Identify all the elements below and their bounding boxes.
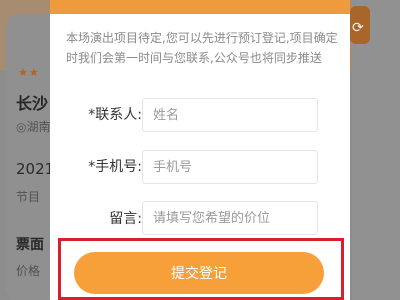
notice-text: 本场演出项目待定,您可以先进行预订登记,项目确定时我们会第一时间与您联系,公众号…: [66, 31, 338, 65]
rating-stars: ★★: [18, 66, 40, 79]
phone-label: *手机号:: [88, 159, 142, 175]
phone-input[interactable]: [142, 150, 318, 184]
message-label: 留言:: [109, 211, 142, 227]
event-date-sub: 节目: [16, 190, 41, 204]
event-date: 2021: [16, 160, 55, 178]
contact-label: *联系人:: [88, 107, 142, 123]
message-input[interactable]: [142, 201, 318, 235]
submit-registration-button[interactable]: 提交登记: [74, 252, 324, 294]
contact-name-input[interactable]: [142, 98, 318, 132]
modal-header: [50, 0, 350, 14]
ticket-label: 票面: [16, 237, 44, 253]
event-venue: ◎湖南: [16, 120, 51, 134]
background-right-card: [352, 0, 400, 300]
price-label: 价格: [16, 264, 41, 278]
event-title: 长沙: [16, 94, 49, 113]
refresh-icon: ⟳: [352, 20, 364, 36]
